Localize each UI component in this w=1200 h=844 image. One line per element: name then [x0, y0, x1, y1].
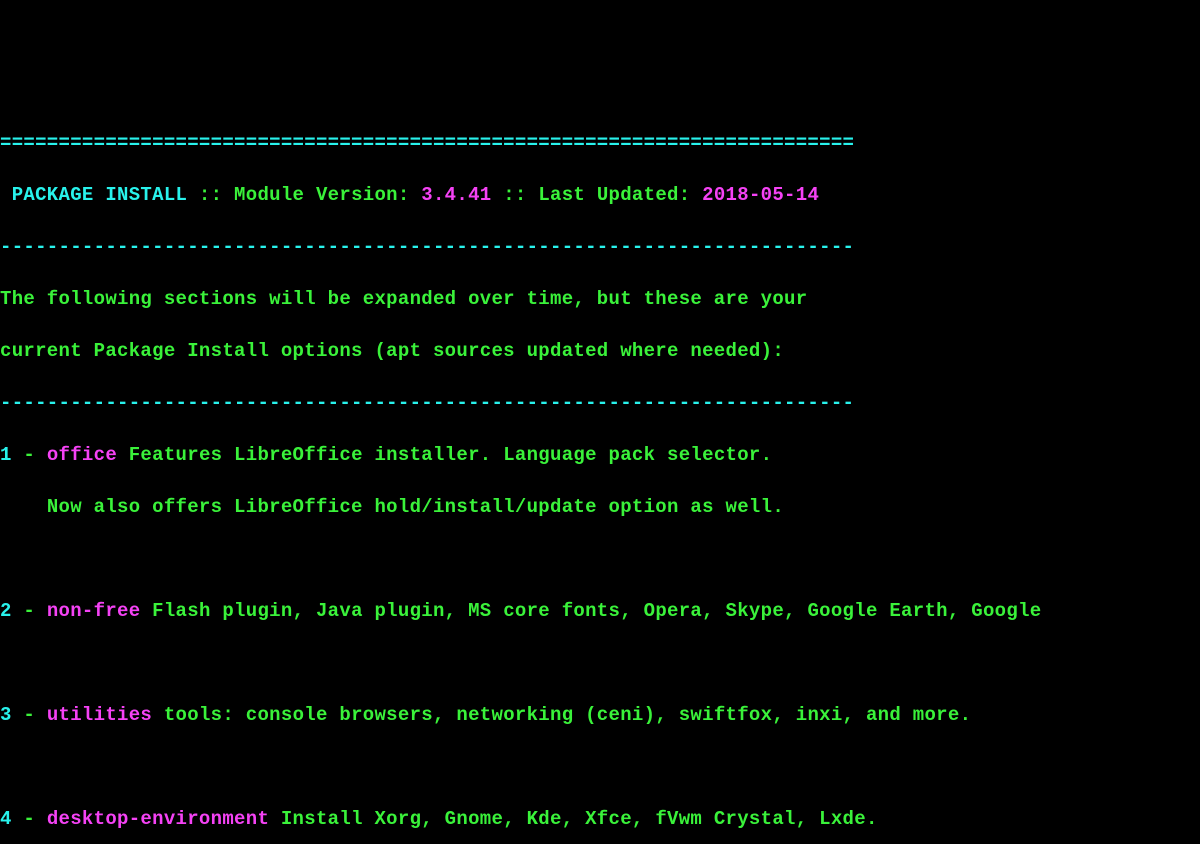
item-4-desc: Install Xorg, Gnome, Kde, Xfce, fVwm Cry… — [281, 808, 878, 830]
terminal-output: ========================================… — [0, 104, 1200, 844]
item-4-num[interactable]: 4 — [0, 808, 12, 830]
item-4-name: desktop-environment — [47, 808, 269, 830]
item-3-name: utilities — [47, 704, 152, 726]
intro-line-2: current Package Install options (apt sou… — [0, 340, 784, 362]
item-1-num[interactable]: 1 — [0, 444, 12, 466]
header-lu-label: Last Updated: — [538, 184, 702, 206]
item-2-num[interactable]: 2 — [0, 600, 12, 622]
header-sep1: :: — [187, 184, 234, 206]
item-1-desc-cont: Now also offers LibreOffice hold/install… — [47, 496, 784, 518]
item-1-desc: Features LibreOffice installer. Language… — [129, 444, 773, 466]
rule-top: ========================================… — [0, 132, 854, 154]
item-2-name: non-free — [47, 600, 141, 622]
rule-after-header: ----------------------------------------… — [0, 236, 854, 258]
header-lu-value: 2018-05-14 — [702, 184, 819, 206]
header-sep2: :: — [492, 184, 539, 206]
rule-after-intro: ----------------------------------------… — [0, 392, 854, 414]
item-1-name: office — [47, 444, 117, 466]
intro-line-1: The following sections will be expanded … — [0, 288, 807, 310]
header-mv-label: Module Version: — [234, 184, 421, 206]
item-2-desc: Flash plugin, Java plugin, MS core fonts… — [152, 600, 1041, 622]
item-3-num[interactable]: 3 — [0, 704, 12, 726]
header-mv-value: 3.4.41 — [421, 184, 491, 206]
item-3-desc: tools: console browsers, networking (cen… — [164, 704, 971, 726]
header-title: PACKAGE INSTALL — [12, 184, 188, 206]
